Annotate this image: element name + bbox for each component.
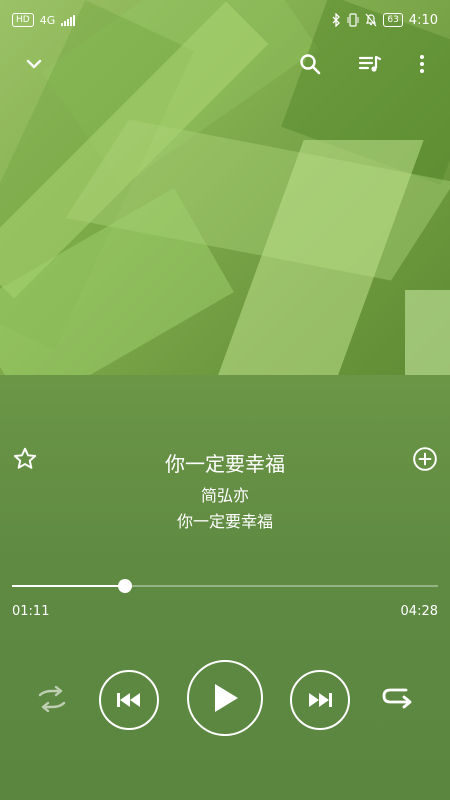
playlist-icon [358, 55, 382, 72]
song-title: 你一定要幸福 [165, 452, 285, 476]
more-vertical-icon [420, 55, 424, 73]
network-label: 4G [39, 13, 56, 27]
collapse-button[interactable] [14, 44, 54, 84]
skip-next-icon [309, 693, 332, 707]
progress-slider[interactable] [12, 578, 438, 594]
current-time: 01:11 [12, 604, 50, 619]
player-toolbar [0, 44, 450, 84]
shuffle-icon [38, 686, 66, 712]
play-button[interactable] [187, 660, 263, 736]
album-name[interactable]: 你一定要幸福 [0, 508, 450, 532]
add-circle-icon [413, 447, 437, 471]
vibrate-icon [347, 13, 359, 27]
status-time: 4:10 [408, 12, 438, 28]
previous-track-button[interactable] [99, 670, 159, 730]
total-time: 04:28 [400, 604, 438, 619]
music-player-screen: HD 4G 63 4:10 你一定要幸福 简弘亦 你一定要幸福 01:11 04… [0, 0, 450, 800]
status-bar: HD 4G 63 4:10 [0, 0, 450, 40]
signal-icon [61, 14, 76, 26]
search-icon [300, 54, 321, 75]
mute-bell-icon [365, 13, 377, 27]
repeat-icon [382, 688, 412, 709]
progress-thumb[interactable] [117, 579, 132, 593]
artwork-shape [405, 290, 450, 375]
play-icon [215, 684, 238, 712]
playback-controls [0, 660, 450, 740]
add-to-playlist-button[interactable] [408, 442, 442, 476]
shuffle-button[interactable] [30, 682, 74, 716]
battery-indicator: 63 [383, 13, 403, 27]
artist-name[interactable]: 简弘亦 [0, 482, 450, 506]
hd-badge: HD [12, 13, 34, 27]
song-title-row: 你一定要幸福 [0, 442, 450, 482]
bluetooth-icon [332, 13, 341, 27]
repeat-button[interactable] [376, 682, 420, 716]
playlist-button[interactable] [350, 44, 390, 84]
status-left: HD 4G [12, 13, 76, 27]
status-right: 63 4:10 [331, 13, 438, 28]
chevron-down-icon [26, 59, 42, 69]
next-track-button[interactable] [290, 670, 350, 730]
search-button[interactable] [290, 44, 330, 84]
progress-fill [12, 585, 125, 587]
skip-previous-icon [117, 693, 140, 707]
more-options-button[interactable] [402, 44, 442, 84]
